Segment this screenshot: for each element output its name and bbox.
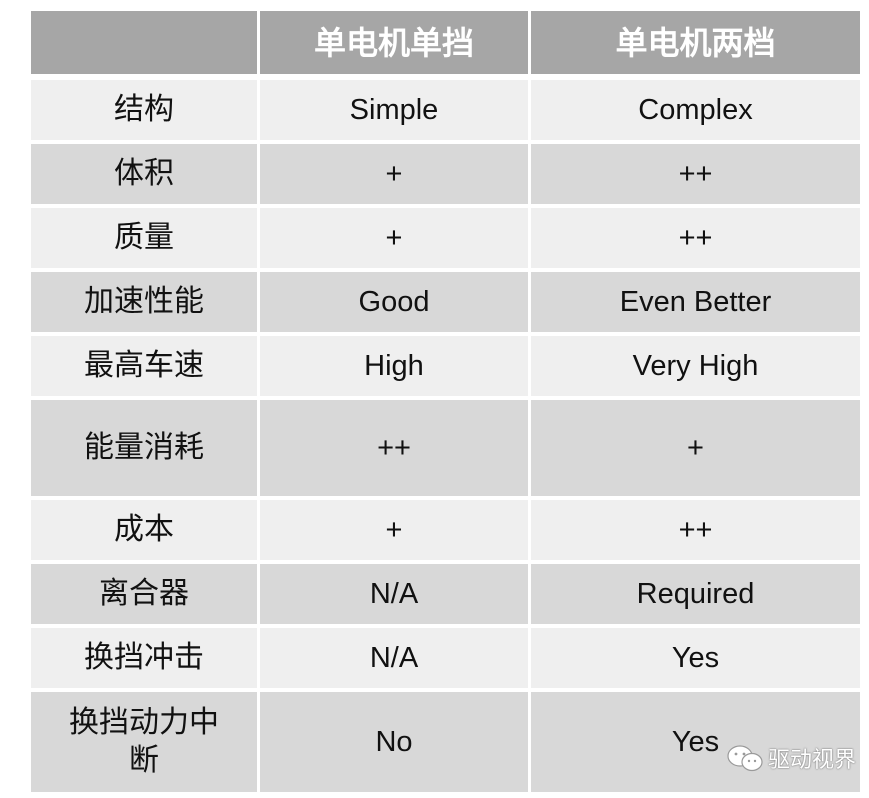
two-speed-value: Complex bbox=[531, 80, 860, 140]
table-row: 成本 + ++ bbox=[31, 500, 860, 560]
table-row: 加速性能 Good Even Better bbox=[31, 272, 860, 332]
row-label: 换挡动力中断 bbox=[31, 692, 257, 792]
two-speed-value: Required bbox=[531, 564, 860, 624]
two-speed-value: Even Better bbox=[531, 272, 860, 332]
row-label: 最高车速 bbox=[31, 336, 257, 396]
single-speed-value: + bbox=[260, 144, 528, 204]
two-speed-value: + bbox=[531, 400, 860, 496]
row-label: 能量消耗 bbox=[31, 400, 257, 496]
row-label: 结构 bbox=[31, 80, 257, 140]
table-row: 质量 + ++ bbox=[31, 208, 860, 268]
comparison-table: 单电机单挡 单电机两档 结构 Simple Complex 体积 + ++ 质量… bbox=[31, 11, 860, 796]
single-speed-value: + bbox=[260, 208, 528, 268]
single-speed-value: + bbox=[260, 500, 528, 560]
table-header-row: 单电机单挡 单电机两档 bbox=[31, 11, 860, 74]
single-speed-value: N/A bbox=[260, 628, 528, 688]
header-cell-two-speed: 单电机两档 bbox=[531, 11, 860, 74]
single-speed-value: Good bbox=[260, 272, 528, 332]
two-speed-value: ++ bbox=[531, 500, 860, 560]
single-speed-value: Simple bbox=[260, 80, 528, 140]
wechat-icon bbox=[726, 745, 764, 772]
single-speed-value: ++ bbox=[260, 400, 528, 496]
watermark: 驱动视界 bbox=[726, 742, 856, 774]
header-cell-single-speed: 单电机单挡 bbox=[260, 11, 528, 74]
table-row: 离合器 N/A Required bbox=[31, 564, 860, 624]
single-speed-value: N/A bbox=[260, 564, 528, 624]
row-label: 加速性能 bbox=[31, 272, 257, 332]
row-label: 体积 bbox=[31, 144, 257, 204]
row-label: 质量 bbox=[31, 208, 257, 268]
row-label: 成本 bbox=[31, 500, 257, 560]
single-speed-value: No bbox=[260, 692, 528, 792]
two-speed-value: Very High bbox=[531, 336, 860, 396]
row-label: 换挡冲击 bbox=[31, 628, 257, 688]
row-label: 离合器 bbox=[31, 564, 257, 624]
table-row: 换挡冲击 N/A Yes bbox=[31, 628, 860, 688]
table-row: 能量消耗 ++ + bbox=[31, 400, 860, 496]
two-speed-value: ++ bbox=[531, 144, 860, 204]
single-speed-value: High bbox=[260, 336, 528, 396]
table-row: 结构 Simple Complex bbox=[31, 80, 860, 140]
two-speed-value: Yes bbox=[531, 628, 860, 688]
table-row: 最高车速 High Very High bbox=[31, 336, 860, 396]
watermark-text: 驱动视界 bbox=[768, 748, 857, 773]
table-row: 体积 + ++ bbox=[31, 144, 860, 204]
header-cell-empty bbox=[31, 11, 257, 74]
two-speed-value: ++ bbox=[531, 208, 860, 268]
